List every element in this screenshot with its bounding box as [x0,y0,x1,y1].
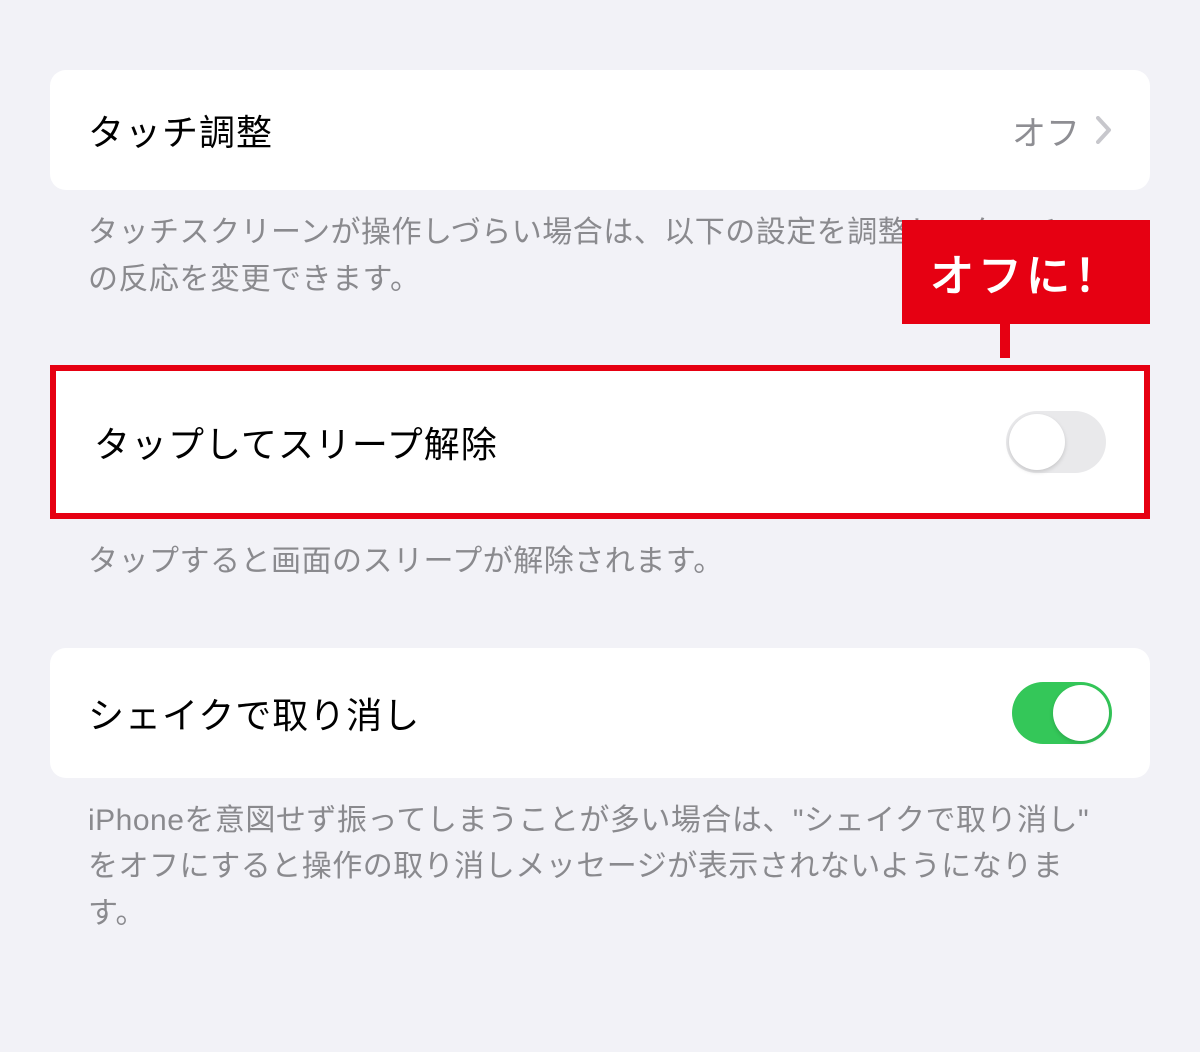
shake-to-undo-row[interactable]: シェイクで取り消し [50,648,1150,778]
annotation-connector-line [1000,312,1010,358]
touch-accommodations-row[interactable]: タッチ調整 オフ [50,70,1150,190]
shake-to-undo-toggle[interactable] [1012,682,1112,744]
tap-to-wake-toggle[interactable] [1006,411,1106,473]
shake-to-undo-footer: iPhoneを意図せず振ってしまうことが多い場合は、"シェイクで取り消し" をオ… [50,778,1150,938]
row-right-group: オフ [1012,106,1112,155]
annotation-callout-text: オフに！ [930,252,1122,301]
tap-to-wake-label: タップしてスリープ解除 [94,416,498,468]
highlight-annotation-box: タップしてスリープ解除 [50,365,1150,519]
chevron-right-icon [1096,116,1112,144]
tap-to-wake-row[interactable]: タップしてスリープ解除 [56,371,1144,513]
annotation-callout: オフに！ [902,220,1150,324]
tap-to-wake-footer: タップすると画面のスリープが解除されます。 [50,519,1150,586]
shake-to-undo-label: シェイクで取り消し [88,687,420,739]
toggle-knob-icon [1009,414,1065,470]
settings-container: タッチ調整 オフ タッチスクリーンが操作しづらい場合は、以下の設定を調整してタッ… [0,0,1200,937]
touch-accommodations-value: オフ [1012,106,1080,155]
touch-accommodations-label: タッチ調整 [88,104,273,156]
toggle-knob-icon [1053,685,1109,741]
